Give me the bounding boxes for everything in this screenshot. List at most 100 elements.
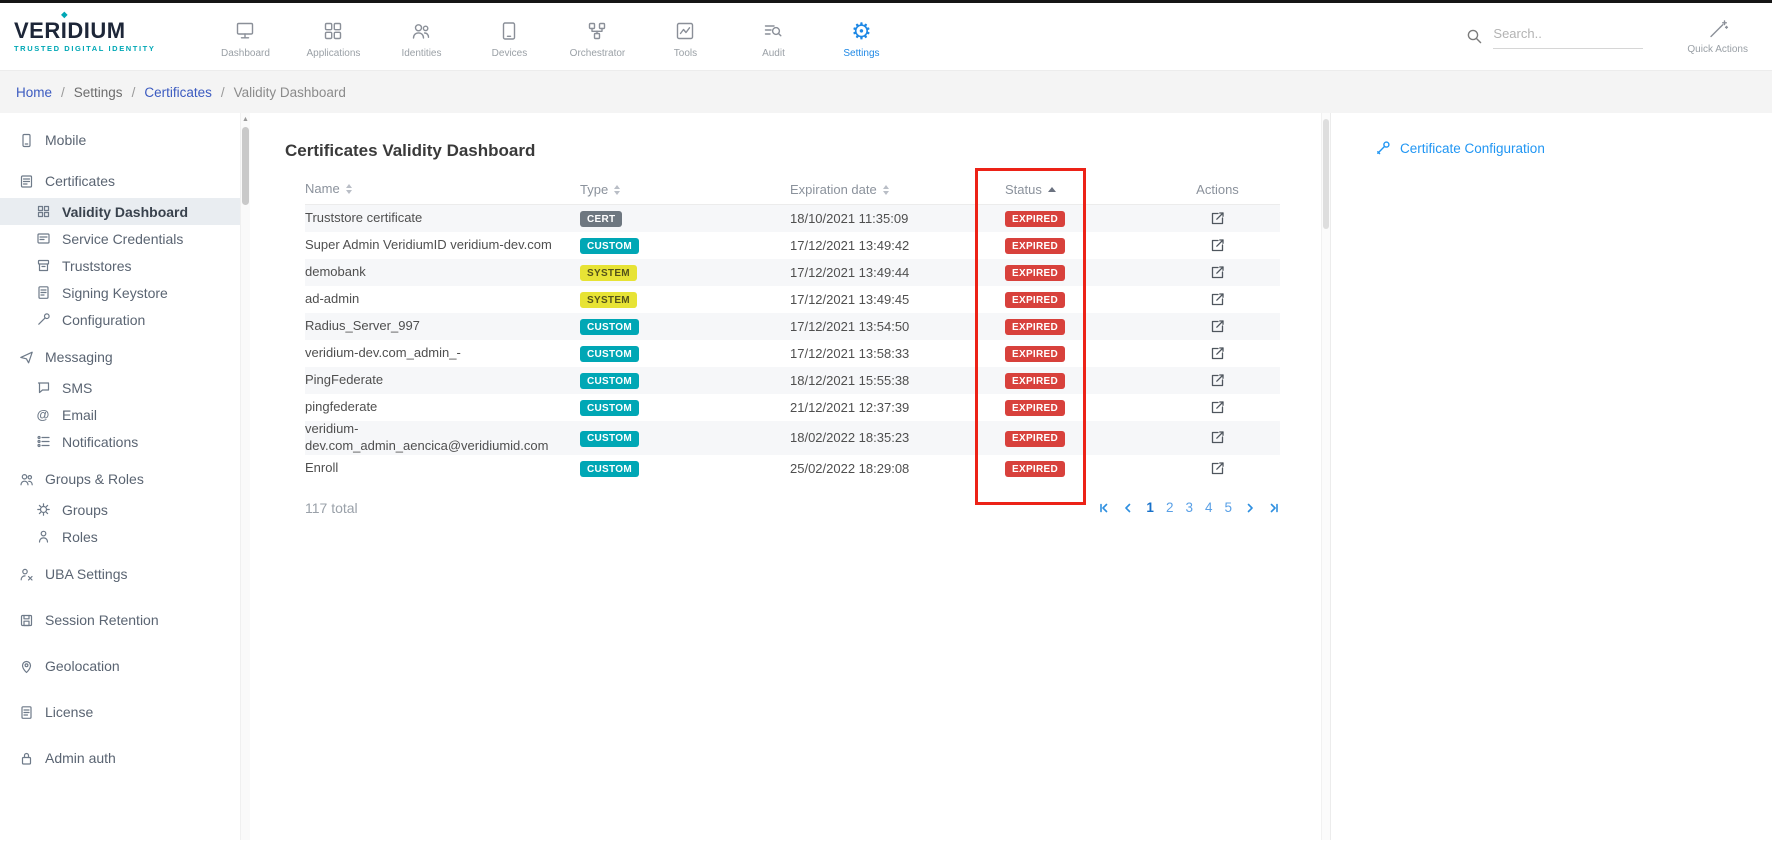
expiration-date: 17/12/2021 13:49:45 (790, 292, 1005, 307)
column-header-status[interactable]: Status (1005, 182, 1155, 197)
view-details-button[interactable] (1210, 400, 1225, 415)
expiration-date: 17/12/2021 13:49:42 (790, 238, 1005, 253)
expiration-date: 17/12/2021 13:49:44 (790, 265, 1005, 280)
sidebar-scrollbar[interactable]: ▲ (240, 113, 250, 840)
cert-name: Enroll (305, 460, 580, 477)
sidebar-item-messaging[interactable]: Messaging (0, 340, 250, 374)
sidebar-item-email[interactable]: @ Email (0, 401, 250, 428)
page-number-1[interactable]: 1 (1146, 500, 1154, 515)
sidebar-item-license[interactable]: License (0, 695, 250, 729)
table-row: Enroll CUSTOM 25/02/2022 18:29:08 EXPIRE… (305, 455, 1280, 482)
sidebar-item-truststores[interactable]: Truststores (0, 252, 250, 279)
main-scrollbar[interactable] (1321, 113, 1330, 840)
wrench-tool-icon (1375, 140, 1391, 156)
sidebar-item-label: Roles (62, 529, 98, 545)
sidebar-item-label: Geolocation (45, 658, 120, 674)
nav-item-identities[interactable]: Identities (377, 15, 465, 59)
sort-icons (883, 185, 889, 195)
sidebar-item-certificates[interactable]: Certificates (0, 164, 250, 198)
type-badge: CUSTOM (580, 373, 639, 389)
page-number-5[interactable]: 5 (1224, 500, 1232, 515)
sidebar-item-roles[interactable]: Roles (0, 523, 250, 550)
column-header-expiration-date[interactable]: Expiration date (790, 182, 1005, 197)
last-page-button[interactable] (1268, 502, 1280, 514)
column-header-name[interactable]: Name (305, 181, 580, 198)
sidebar-item-validity-dashboard[interactable]: Validity Dashboard (0, 198, 250, 225)
nav-item-dashboard[interactable]: Dashboard (201, 15, 289, 59)
sidebar-item-service-credentials[interactable]: Service Credentials (0, 225, 250, 252)
main-scrollbar-thumb[interactable] (1323, 119, 1329, 229)
breadcrumb-separator: / (132, 85, 136, 100)
breadcrumb-certificates[interactable]: Certificates (144, 85, 212, 100)
sidebar-item-configuration[interactable]: Configuration (0, 306, 250, 333)
view-details-button[interactable] (1210, 461, 1225, 476)
person-icon (35, 529, 51, 545)
view-details-button[interactable] (1210, 292, 1225, 307)
sidebar-item-mobile[interactable]: Mobile (0, 123, 250, 157)
page-title: Certificates Validity Dashboard (285, 141, 1300, 161)
view-details-button[interactable] (1210, 265, 1225, 280)
column-header-type[interactable]: Type (580, 182, 790, 197)
nav-item-applications[interactable]: Applications (289, 15, 377, 59)
breadcrumb-home[interactable]: Home (16, 85, 52, 100)
sidebar-item-groups-roles[interactable]: Groups & Roles (0, 462, 250, 496)
table-row: ad-admin SYSTEM 17/12/2021 13:49:45 EXPI… (305, 286, 1280, 313)
map-pin-icon (18, 658, 34, 674)
sidebar-item-geolocation[interactable]: Geolocation (0, 649, 250, 683)
type-badge: CUSTOM (580, 400, 639, 416)
view-details-button[interactable] (1210, 373, 1225, 388)
expiration-date: 18/02/2022 18:35:23 (790, 430, 1005, 445)
sidebar-item-label: Notifications (62, 434, 138, 450)
sidebar-scrollbar-thumb[interactable] (242, 127, 249, 205)
nav-item-settings[interactable]: ⚙ Settings (817, 15, 905, 59)
breadcrumb: Home / Settings / Certificates / Validit… (0, 71, 1772, 113)
sidebar-item-label: Admin auth (45, 750, 116, 766)
search-input[interactable] (1493, 26, 1643, 41)
table-body: Truststore certificate CERT 18/10/2021 1… (305, 205, 1280, 482)
table-header-row: Name Type Expiration date Status Actions (305, 175, 1280, 205)
view-details-button[interactable] (1210, 319, 1225, 334)
page-number-2[interactable]: 2 (1166, 500, 1174, 515)
quick-actions-button[interactable]: Quick Actions (1687, 18, 1748, 55)
license-document-icon (18, 704, 34, 720)
table-row: veridium-dev.com_admin_- CUSTOM 17/12/20… (305, 340, 1280, 367)
sidebar-item-label: Validity Dashboard (62, 204, 188, 220)
page-number-3[interactable]: 3 (1185, 500, 1193, 515)
sidebar-item-groups[interactable]: Groups (0, 496, 250, 523)
nav-label: Settings (843, 48, 879, 59)
sidebar-item-label: Certificates (45, 173, 115, 189)
sort-icons (614, 185, 620, 195)
previous-page-button[interactable] (1122, 502, 1134, 514)
nav-item-devices[interactable]: Devices (465, 15, 553, 59)
sidebar-item-signing-keystore[interactable]: Signing Keystore (0, 279, 250, 306)
view-details-button[interactable] (1210, 346, 1225, 361)
view-details-button[interactable] (1210, 211, 1225, 226)
sidebar-item-sms[interactable]: SMS (0, 374, 250, 401)
sidebar-item-session-retention[interactable]: Session Retention (0, 603, 250, 637)
first-page-button[interactable] (1098, 502, 1110, 514)
type-badge: CERT (580, 211, 622, 227)
scrollbar-up-arrow[interactable]: ▲ (241, 113, 250, 123)
breadcrumb-current-page: Validity Dashboard (234, 85, 346, 100)
sidebar-item-label: Groups (62, 502, 108, 518)
sidebar-item-admin-auth[interactable]: Admin auth (0, 741, 250, 775)
sidebar-item-notifications[interactable]: Notifications (0, 428, 250, 455)
veridium-logo[interactable]: VERIDIUM TRUSTED DIGITAL IDENTITY (14, 20, 155, 53)
certificate-configuration-link[interactable]: Certificate Configuration (1375, 140, 1772, 156)
sidebar-item-uba-settings[interactable]: UBA Settings (0, 557, 250, 591)
sidebar-item-label: UBA Settings (45, 566, 128, 582)
nav-item-audit[interactable]: Audit (729, 15, 817, 59)
nav-item-orchestrator[interactable]: Orchestrator (553, 15, 641, 59)
identities-icon (410, 19, 432, 43)
view-details-button[interactable] (1210, 430, 1225, 445)
orchestrator-icon (586, 19, 608, 43)
page-number-4[interactable]: 4 (1205, 500, 1213, 515)
expiration-date: 18/10/2021 11:35:09 (790, 211, 1005, 226)
tools-icon (674, 19, 696, 43)
nav-item-tools[interactable]: Tools (641, 15, 729, 59)
next-page-button[interactable] (1244, 502, 1256, 514)
column-header-actions: Actions (1155, 182, 1280, 197)
expiration-date: 18/12/2021 15:55:38 (790, 373, 1005, 388)
logo-text: VERIDIUM (14, 20, 155, 42)
view-details-button[interactable] (1210, 238, 1225, 253)
